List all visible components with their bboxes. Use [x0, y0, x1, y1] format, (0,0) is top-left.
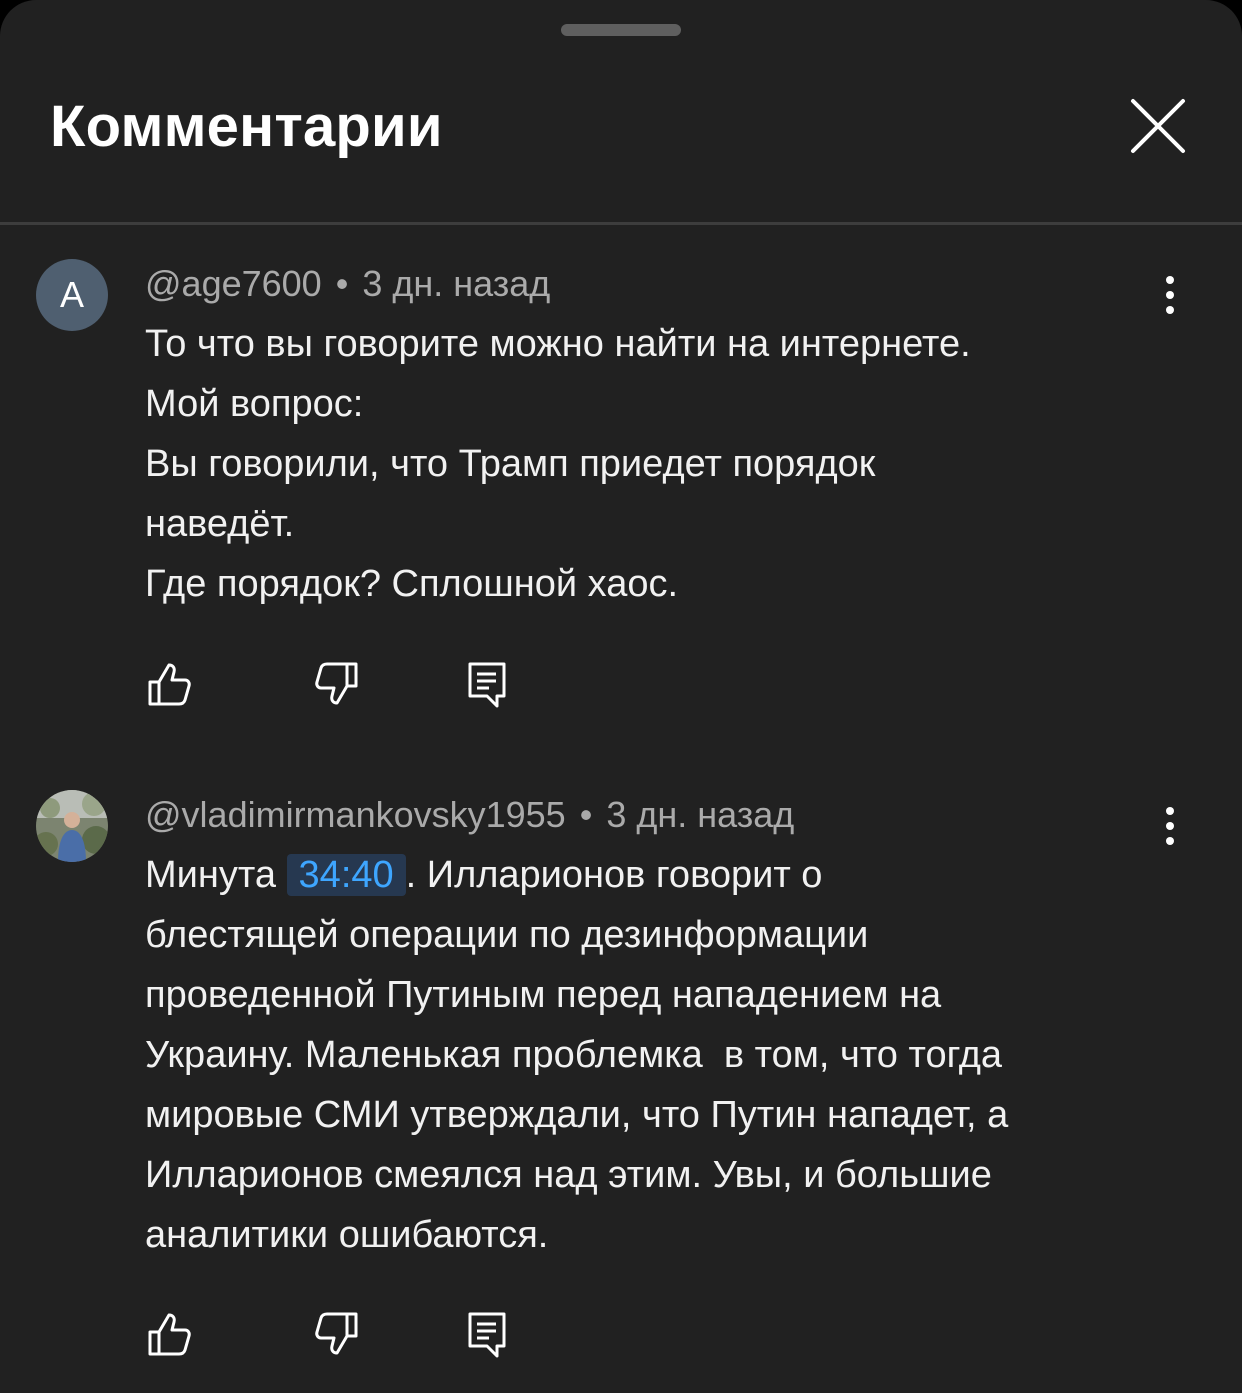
close-button[interactable] — [1118, 86, 1198, 166]
meta-separator: • — [335, 263, 349, 304]
comment-line-suffix: . Илларионов говорит о — [405, 854, 823, 896]
more-vert-icon — [1166, 807, 1174, 845]
comment-meta: @vladimirmankovsky1955 • 3 дн. назад — [145, 793, 794, 837]
like-button[interactable] — [143, 1308, 195, 1360]
avatar-photo — [36, 790, 108, 862]
comment-line: Где порядок? Сплошной хаос. — [145, 563, 679, 605]
comment-line: аналитики ошибаются. — [145, 1214, 549, 1256]
more-vert-icon — [1166, 276, 1174, 314]
avatar-letter: A — [59, 274, 84, 315]
comment-author[interactable]: @vladimirmankovsky1955 — [145, 794, 566, 835]
comment-meta: @age7600 • 3 дн. назад — [145, 262, 550, 306]
dislike-icon — [315, 662, 358, 705]
comment-line: блестящей операции по дезинформации — [145, 914, 869, 956]
comment-line: мировые СМИ утверждали, что Путин нападе… — [145, 1094, 1009, 1136]
comment-line: Илларионов смеялся над этим. Увы, и боль… — [145, 1154, 992, 1196]
reply-button[interactable] — [461, 1308, 513, 1360]
comment-line-prefix: Минута — [145, 854, 287, 896]
close-icon — [1131, 99, 1185, 153]
reply-icon — [468, 1312, 506, 1358]
like-icon — [148, 1313, 191, 1356]
meta-separator: • — [579, 794, 593, 835]
comment-line: Вы говорили, что Трамп приедет порядок — [145, 443, 876, 485]
comments-sheet: Комментарии A @age7600 • 3 дн. назад То чт… — [0, 0, 1242, 1393]
dislike-icon — [315, 1312, 358, 1355]
comment-time: 3 дн. назад — [362, 263, 551, 304]
dislike-button[interactable] — [311, 658, 363, 710]
comment-line: Украину. Маленькая проблемка в том, что … — [145, 1034, 1003, 1076]
comment-line: проведенной Путиным перед нападением на — [145, 974, 942, 1016]
reply-button[interactable] — [461, 658, 513, 710]
header-divider — [0, 222, 1242, 225]
like-button[interactable] — [143, 658, 195, 710]
avatar[interactable] — [36, 790, 108, 862]
like-icon — [148, 663, 191, 706]
sheet-title: Комментарии — [50, 94, 443, 159]
comment-line: наведёт. — [145, 503, 295, 545]
comment-line: Минута 34:40. Илларионов говорит о — [145, 845, 1155, 905]
timestamp-link[interactable]: 34:40 — [286, 854, 406, 896]
comment-text: То что вы говорите можно найти на интерн… — [145, 314, 1155, 614]
comment-time: 3 дн. назад — [606, 794, 795, 835]
drag-handle[interactable] — [561, 24, 681, 36]
comment-text: Минута 34:40. Илларионов говорит о блест… — [145, 845, 1155, 1265]
dislike-button[interactable] — [311, 1308, 363, 1360]
comment-author[interactable]: @age7600 — [145, 263, 322, 304]
reply-icon — [468, 662, 506, 708]
comment-line: То что вы говорите можно найти на интерн… — [145, 323, 971, 365]
comment-line: Мой вопрос: — [145, 383, 364, 425]
avatar[interactable]: A — [36, 259, 108, 331]
